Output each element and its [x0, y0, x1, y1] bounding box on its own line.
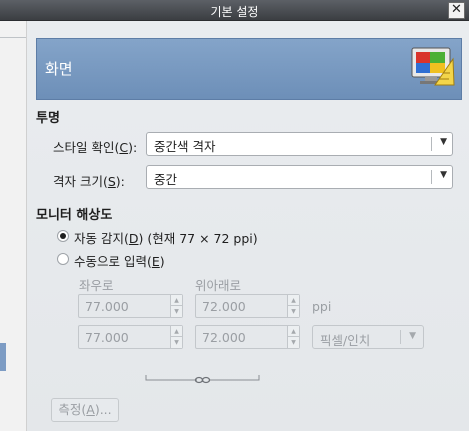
- transparency-heading: 투명: [36, 111, 60, 126]
- spin-down-icon[interactable]: ▼: [171, 337, 182, 348]
- check-style-value: 중간색 격자: [154, 139, 216, 154]
- check-style-label: 스타일 확인(C):: [53, 140, 138, 155]
- vertical-resolution-value: 72.000: [202, 330, 246, 345]
- resolution-unit-value: 픽셀/인치: [320, 333, 371, 348]
- spin-up-icon[interactable]: ▲: [288, 295, 299, 306]
- auto-detect-label[interactable]: 자동 감지(D) (현재 77 × 72 ppi): [74, 228, 258, 247]
- horizontal-resolution-value: 77.000: [85, 299, 129, 314]
- selection-marker: [0, 343, 6, 371]
- dropdown-arrow-icon: ▼: [440, 170, 447, 180]
- spin-buttons: ▲ ▼: [287, 295, 299, 317]
- monitor-icon: [411, 47, 455, 86]
- horizontal-resolution-value: 77.000: [85, 330, 129, 345]
- measure-button[interactable]: 측정(A)...: [51, 398, 119, 422]
- auto-detect-radio[interactable]: [57, 230, 69, 242]
- combo-divider: [431, 137, 432, 151]
- window-title: 기본 설정: [210, 5, 259, 19]
- check-size-label: 격자 크기(S):: [53, 174, 125, 189]
- spin-up-icon[interactable]: ▲: [171, 295, 182, 306]
- horizontal-label: 좌우로: [79, 278, 114, 293]
- spin-down-icon[interactable]: ▼: [288, 337, 299, 348]
- preferences-dialog: 화면 투명 스타일 확인(C): 중간색 격자 ▼ 격자 크기(S): 중간 ▼…: [27, 21, 469, 431]
- check-size-value: 중간: [154, 172, 178, 187]
- combo-divider: [431, 170, 432, 184]
- vertical-label: 위아래로: [195, 278, 242, 293]
- manual-entry-radio[interactable]: [57, 253, 69, 265]
- close-button[interactable]: ✕: [448, 2, 465, 19]
- background-window: [0, 21, 27, 431]
- spin-buttons: ▲ ▼: [170, 326, 182, 348]
- vertical-resolution-input-2[interactable]: 72.000 ▲ ▼: [195, 325, 300, 349]
- divider: [0, 37, 26, 38]
- dropdown-arrow-icon: ▼: [409, 331, 416, 341]
- manual-entry-label[interactable]: 수동으로 입력(E): [74, 251, 165, 270]
- close-icon: ✕: [451, 2, 462, 17]
- vertical-resolution-value: 72.000: [202, 299, 246, 314]
- ppi-unit-label: ppi: [312, 299, 332, 314]
- chain-link-icon[interactable]: [145, 373, 261, 385]
- resolution-heading: 모니터 해상도: [36, 208, 113, 223]
- page-header: 화면: [36, 38, 462, 100]
- spin-down-icon[interactable]: ▼: [288, 306, 299, 317]
- horizontal-resolution-input[interactable]: 77.000 ▲ ▼: [78, 294, 183, 318]
- dropdown-arrow-icon: ▼: [440, 137, 447, 147]
- spin-up-icon[interactable]: ▲: [171, 326, 182, 337]
- vertical-resolution-input[interactable]: 72.000 ▲ ▼: [195, 294, 300, 318]
- check-size-select[interactable]: 중간 ▼: [146, 165, 453, 189]
- horizontal-resolution-input-2[interactable]: 77.000 ▲ ▼: [78, 325, 183, 349]
- spin-buttons: ▲ ▼: [287, 326, 299, 348]
- page-title: 화면: [45, 60, 73, 78]
- spin-up-icon[interactable]: ▲: [288, 326, 299, 337]
- spin-buttons: ▲ ▼: [170, 295, 182, 317]
- combo-divider: [400, 330, 401, 344]
- spin-down-icon[interactable]: ▼: [171, 306, 182, 317]
- resolution-unit-select[interactable]: 픽셀/인치 ▼: [312, 325, 424, 349]
- check-style-select[interactable]: 중간색 격자 ▼: [146, 132, 453, 156]
- title-bar: 기본 설정 ✕: [0, 0, 469, 21]
